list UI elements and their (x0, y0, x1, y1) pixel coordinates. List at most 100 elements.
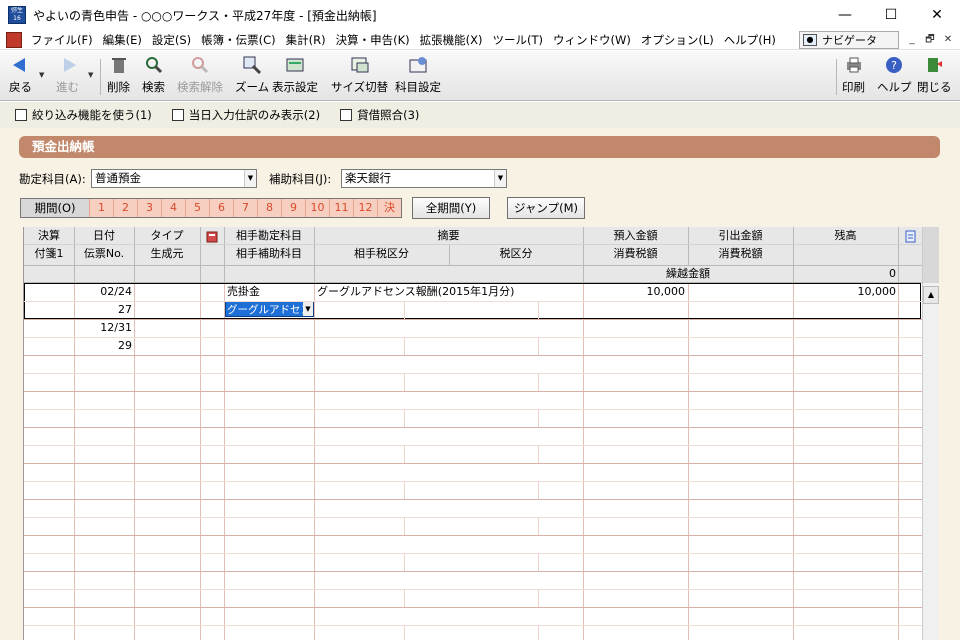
period-month-10[interactable]: 10 (305, 199, 329, 217)
vertical-scrollbar[interactable]: ▲ (922, 227, 939, 640)
period-settlement[interactable]: 決 (377, 199, 401, 217)
menu-options[interactable]: オプション(L) (636, 32, 719, 48)
header-settle: 決算 (38, 229, 60, 242)
mdi-restore-button[interactable]: 🗗 (922, 32, 938, 48)
menu-extensions[interactable]: 拡張機能(X) (415, 32, 488, 48)
toolbar: 戻る ▼ 進む ▼ 削除 検索 検索解除 ズーム 表示設定 サイズ切替 科目設定… (0, 51, 960, 101)
row2-date[interactable]: 12/31 (74, 319, 132, 337)
chevron-down-icon[interactable]: ▼ (303, 302, 313, 316)
minimize-button[interactable]: — (822, 0, 868, 30)
summary-sub-divider (538, 445, 539, 463)
print-label: 印刷 (842, 80, 865, 94)
app-icon: 弥生16 (8, 6, 26, 24)
account-settings-icon (408, 55, 428, 75)
period-month-12[interactable]: 12 (353, 199, 377, 217)
book-icon[interactable] (200, 231, 224, 248)
search-label: 検索 (142, 80, 165, 94)
menu-books[interactable]: 帳簿・伝票(C) (196, 32, 281, 48)
journal-grid: 決算 付箋1 日付 伝票No. タイプ 生成元 相手勘定科目 相手補助科目 摘要… (23, 227, 922, 640)
row-divider (24, 589, 922, 590)
mdi-minimize-button[interactable]: _ (904, 32, 920, 48)
row2-slip-no[interactable]: 29 (74, 337, 132, 355)
header-date: 日付 (93, 229, 115, 242)
maximize-button[interactable]: ☐ (868, 0, 914, 30)
summary-sub-divider (404, 445, 405, 463)
header-withdraw: 引出金額 (718, 229, 763, 242)
summary-sub-divider (404, 553, 405, 571)
print-button[interactable]: 印刷 (842, 55, 865, 99)
row-divider (24, 463, 922, 464)
jump-button[interactable]: ジャンプ(M) (507, 197, 585, 219)
scroll-up-icon[interactable]: ▲ (923, 286, 939, 304)
row-divider (24, 373, 922, 374)
menu-settings[interactable]: 設定(S) (147, 32, 196, 48)
row-divider (24, 481, 922, 482)
memo-icon[interactable] (898, 230, 922, 248)
period-month-9[interactable]: 9 (281, 199, 305, 217)
period-month-11[interactable]: 11 (329, 199, 353, 217)
filter-bar: 絞り込み機能を使う(1) 当日入力仕訳のみ表示(2) 貸借照合(3) (0, 102, 960, 128)
forward-dropdown-icon[interactable]: ▼ (88, 71, 93, 79)
narrow-filter-checkbox[interactable]: 絞り込み機能を使う(1) (15, 107, 152, 123)
period-month-4[interactable]: 4 (161, 199, 185, 217)
clear-search-button[interactable]: 検索解除 (177, 55, 223, 99)
today-only-checkbox[interactable]: 当日入力仕訳のみ表示(2) (171, 107, 320, 123)
account-select[interactable]: 普通預金 ▼ (91, 169, 257, 188)
grid-body[interactable]: 02/24 27 売掛金 グーグルアドセンス報酬(2015年1月分) 10,00… (24, 283, 922, 640)
period-month-6[interactable]: 6 (209, 199, 233, 217)
period-month-7[interactable]: 7 (233, 199, 257, 217)
chevron-down-icon[interactable]: ▼ (244, 170, 256, 187)
menu-bar: ファイル(F) 編集(E) 設定(S) 帳簿・伝票(C) 集計(R) 決算・申告… (0, 30, 960, 50)
toolbar-separator (836, 59, 837, 95)
sub-account-select[interactable]: 楽天銀行 ▼ (341, 169, 507, 188)
zoom-button[interactable]: ズーム (235, 55, 269, 99)
document-icon[interactable] (6, 31, 22, 48)
display-settings-button[interactable]: 表示設定 (272, 55, 318, 99)
navigator-button[interactable]: ● ナビゲータ (799, 31, 899, 49)
row-divider (24, 355, 922, 356)
header-counter-account: 相手勘定科目 (236, 229, 302, 242)
chevron-down-icon[interactable]: ▼ (494, 170, 506, 187)
header-counter-sub: 相手補助科目 (236, 247, 302, 260)
menu-settlement[interactable]: 決算・申告(K) (331, 32, 415, 48)
account-settings-button[interactable]: 科目設定 (395, 55, 441, 99)
menu-window[interactable]: ウィンドウ(W) (548, 32, 636, 48)
header-counter-tax: 相手税区分 (354, 247, 409, 260)
summary-sub-divider (538, 337, 539, 355)
menu-tools[interactable]: ツール(T) (487, 32, 548, 48)
close-view-button[interactable]: 閉じる (917, 55, 952, 99)
menu-edit[interactable]: 編集(E) (98, 32, 147, 48)
period-month-8[interactable]: 8 (257, 199, 281, 217)
header-balance: 残高 (834, 229, 857, 242)
header-tax: 税区分 (499, 247, 533, 260)
debit-credit-check-checkbox[interactable]: 貸借照合(3) (340, 107, 419, 123)
size-switch-button[interactable]: サイズ切替 (331, 55, 388, 99)
summary-sub-divider (538, 373, 539, 391)
menu-help[interactable]: ヘルプ(H) (719, 32, 781, 48)
search-button[interactable]: 検索 (142, 55, 165, 99)
header-source: 生成元 (150, 247, 184, 260)
forward-arrow-icon (58, 55, 78, 75)
period-month-2[interactable]: 2 (113, 199, 137, 217)
back-arrow-icon (11, 55, 31, 75)
mdi-close-button[interactable]: ✕ (940, 32, 956, 48)
menu-totals[interactable]: 集計(R) (281, 32, 331, 48)
account-settings-label: 科目設定 (395, 80, 441, 94)
delete-button[interactable]: 削除 (107, 55, 130, 99)
all-period-button[interactable]: 全期間(Y) (412, 197, 490, 219)
counter-sub-account-select[interactable]: グーグルアドセン ▼ (225, 301, 314, 317)
row-divider (24, 553, 922, 554)
back-button[interactable]: 戻る (9, 55, 32, 99)
row-divider (24, 517, 922, 518)
display-settings-label: 表示設定 (272, 80, 318, 94)
back-dropdown-icon[interactable]: ▼ (39, 71, 44, 79)
help-button[interactable]: ? ヘルプ (877, 55, 912, 99)
menu-file[interactable]: ファイル(F) (26, 32, 98, 48)
close-button[interactable]: ✕ (914, 0, 960, 30)
period-month-5[interactable]: 5 (185, 199, 209, 217)
period-label: 期間(O) (21, 199, 89, 217)
forward-button[interactable]: 進む (56, 55, 79, 99)
navigator-label: ナビゲータ (822, 34, 877, 47)
period-month-3[interactable]: 3 (137, 199, 161, 217)
period-month-1[interactable]: 1 (89, 199, 113, 217)
